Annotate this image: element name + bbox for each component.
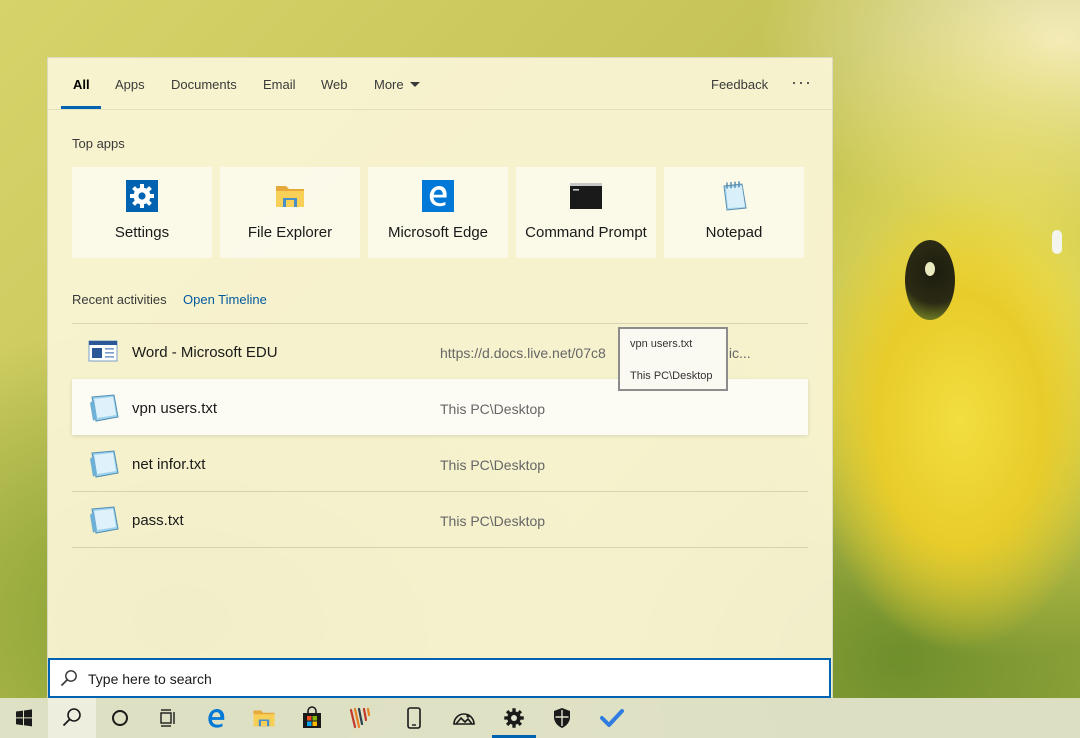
taskbar-edge[interactable] bbox=[192, 698, 240, 738]
taskbar-pen-app[interactable] bbox=[336, 698, 384, 738]
recent-item-path: This PC\Desktop bbox=[440, 457, 546, 473]
text-file-icon bbox=[88, 393, 120, 423]
app-tile-file-explorer[interactable]: File Explorer bbox=[220, 167, 360, 258]
recent-item-net-infor[interactable]: net infor.txt This PC\Desktop bbox=[72, 435, 808, 491]
wallpaper-fish-eye bbox=[905, 240, 955, 320]
taskbar-search-button[interactable] bbox=[48, 698, 96, 738]
cortana-icon bbox=[112, 710, 128, 726]
recent-item-title: Word - Microsoft EDU bbox=[132, 344, 278, 361]
app-tile-settings[interactable]: Settings bbox=[72, 167, 212, 258]
active-tab-indicator bbox=[61, 106, 101, 109]
chevron-down-icon bbox=[409, 82, 420, 87]
taskbar-security[interactable] bbox=[538, 698, 586, 738]
app-label-microsoft-edge: Microsoft Edge bbox=[387, 224, 489, 241]
tab-web[interactable]: Web bbox=[321, 77, 348, 92]
recent-item-path: This PC\Desktop bbox=[440, 513, 546, 529]
recent-item-pass[interactable]: pass.txt This PC\Desktop bbox=[72, 491, 808, 547]
recent-item-title: net infor.txt bbox=[132, 456, 206, 473]
tooltip-title: vpn users.txt bbox=[630, 338, 693, 350]
file-explorer-icon bbox=[253, 710, 275, 727]
search-box[interactable] bbox=[48, 658, 831, 698]
phone-icon bbox=[407, 707, 421, 729]
text-file-icon bbox=[88, 505, 120, 535]
hover-tooltip: vpn users.txt This PC\Desktop bbox=[618, 327, 728, 391]
notepad-icon bbox=[718, 180, 750, 212]
security-shield-icon bbox=[554, 708, 570, 728]
top-apps-heading: Top apps bbox=[72, 136, 125, 151]
tab-documents[interactable]: Documents bbox=[171, 77, 237, 92]
gear-icon bbox=[126, 180, 158, 212]
recent-item-path-start: https://d.docs.live.net/07c8 bbox=[440, 345, 606, 361]
recent-item-path: This PC\Desktop bbox=[440, 401, 546, 417]
taskbar-phone[interactable] bbox=[390, 698, 438, 738]
more-options-icon[interactable]: ··· bbox=[791, 72, 812, 93]
edge-icon bbox=[208, 709, 225, 728]
tab-more-label: More bbox=[374, 77, 404, 92]
taskbar-store[interactable] bbox=[288, 698, 336, 738]
search-icon bbox=[60, 669, 78, 687]
start-button[interactable] bbox=[0, 698, 48, 738]
app-tile-notepad[interactable]: Notepad bbox=[664, 167, 804, 258]
app-label-file-explorer: File Explorer bbox=[247, 224, 333, 241]
search-icon bbox=[62, 708, 81, 727]
tooltip-path: This PC\Desktop bbox=[630, 370, 713, 382]
app-label-command-prompt: Command Prompt bbox=[525, 224, 647, 241]
todo-check-icon bbox=[600, 709, 624, 727]
search-tabs: All Apps Documents Email Web More Feedba… bbox=[48, 58, 832, 110]
taskbar-settings[interactable] bbox=[490, 698, 538, 738]
tab-all[interactable]: All bbox=[73, 77, 90, 92]
edge-icon bbox=[422, 180, 454, 212]
app-tile-microsoft-edge[interactable]: Microsoft Edge bbox=[368, 167, 508, 258]
list-divider bbox=[72, 547, 808, 548]
tab-more[interactable]: More bbox=[374, 77, 420, 92]
photos-icon bbox=[453, 713, 475, 725]
recent-item-title: pass.txt bbox=[132, 512, 184, 529]
settings-icon bbox=[504, 708, 524, 728]
app-label-notepad: Notepad bbox=[705, 224, 763, 241]
search-input[interactable] bbox=[88, 667, 808, 691]
app-label-settings: Settings bbox=[114, 224, 170, 241]
folder-icon bbox=[274, 180, 306, 212]
word-doc-icon bbox=[88, 337, 120, 367]
text-file-icon bbox=[88, 449, 120, 479]
tab-email[interactable]: Email bbox=[263, 77, 296, 92]
store-icon bbox=[303, 706, 321, 728]
taskbar-todo[interactable] bbox=[588, 698, 636, 738]
cortana-button[interactable] bbox=[96, 698, 144, 738]
taskbar bbox=[0, 698, 1080, 738]
recent-activities-heading: Recent activities bbox=[72, 292, 167, 307]
app-tile-command-prompt[interactable]: Command Prompt bbox=[516, 167, 656, 258]
taskbar-photos[interactable] bbox=[440, 698, 488, 738]
feedback-link[interactable]: Feedback bbox=[711, 77, 768, 92]
taskbar-file-explorer[interactable] bbox=[240, 698, 288, 738]
recent-item-title: vpn users.txt bbox=[132, 400, 218, 417]
pen-app-icon bbox=[349, 707, 371, 729]
windows-start-icon bbox=[16, 709, 32, 727]
tab-apps[interactable]: Apps bbox=[115, 77, 145, 92]
open-timeline-link[interactable]: Open Timeline bbox=[183, 292, 267, 307]
task-view-icon bbox=[160, 709, 175, 727]
wallpaper-droplet bbox=[1052, 230, 1062, 254]
terminal-icon bbox=[570, 180, 602, 212]
recent-item-path: https://d.docs.live.net/07c8IVP/Mic... bbox=[440, 345, 792, 361]
task-view-button[interactable] bbox=[144, 698, 192, 738]
